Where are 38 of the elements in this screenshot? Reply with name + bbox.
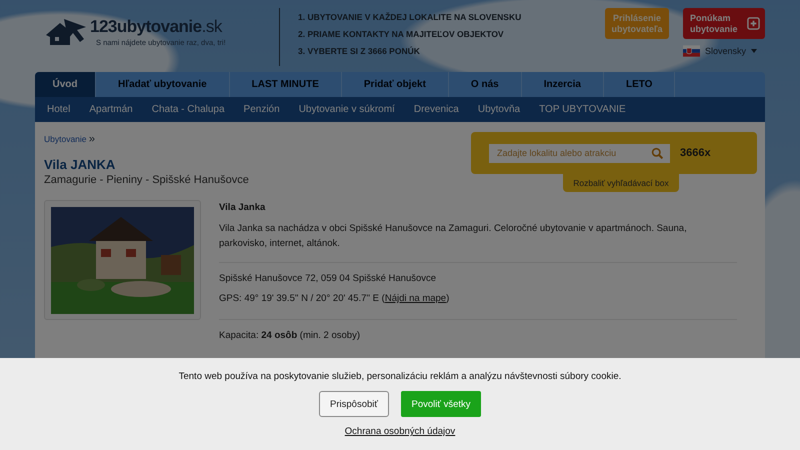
- offer-count: 3666x: [680, 147, 711, 159]
- flag-icon: [682, 45, 700, 57]
- category-link[interactable]: Hotel: [47, 104, 70, 115]
- caret-icon: [751, 49, 757, 53]
- customize-button[interactable]: Prispôsobiť: [319, 391, 389, 417]
- listing-region: Zamagurie - Pieniny - Spišské Hanušovce: [44, 174, 249, 186]
- expand-search-button[interactable]: Rozbaliť vyhľadávací box: [563, 174, 679, 192]
- category-link[interactable]: Drevenica: [414, 104, 459, 115]
- allow-all-button[interactable]: Povoliť všetky: [401, 391, 481, 417]
- category-link[interactable]: Apartmán: [89, 104, 133, 115]
- highlight-text: 1. UBYTOVANIE V KAŽDEJ LOKALITE NA SLOVENSKU: [298, 12, 522, 22]
- site-logo-text[interactable]: 123ubytovanie.sk: [90, 16, 226, 38]
- language-selector[interactable]: Slovensky: [682, 45, 757, 57]
- category-link[interactable]: TOP UBYTOVANIE: [539, 104, 626, 115]
- privacy-link[interactable]: Ochrana osobných údajov: [344, 426, 456, 437]
- address-text: Spišské Hanušovce 72, 059 04 Spišské Hanušovce: [219, 273, 438, 286]
- property-name: Vila Janka: [219, 202, 266, 213]
- highlight-text: 3. VYBERTE SI Z 3666 PONÚK: [298, 46, 421, 56]
- search-icon[interactable]: [651, 146, 664, 160]
- nav-tab[interactable]: Úvod: [35, 72, 96, 97]
- house-cursor-icon: [44, 17, 88, 47]
- category-link[interactable]: Chata - Chalupa: [152, 104, 225, 115]
- breadcrumb-separator: »: [88, 133, 96, 145]
- category-link[interactable]: Ubytovanie v súkromí: [298, 104, 395, 115]
- cookie-text: Tento web používa na poskytovanie služieb, personalizáciu reklám a analýzu návštevnosti súbory cookie.: [178, 371, 622, 382]
- capacity-text: Kapacita: 24 osôb (min. 2 osoby): [219, 330, 361, 343]
- plus-icon: [747, 17, 760, 30]
- gps-text: GPS: 49° 19' 39.5'' N / 20° 20' 45.7'' E (: [219, 293, 385, 304]
- offer-button[interactable]: Ponúkam ubytovanie: [683, 8, 765, 39]
- gps-text-end: ): [446, 293, 450, 304]
- breadcrumb-link[interactable]: Ubytovanie: [44, 134, 87, 144]
- highlight-text: 2. PRIAME KONTAKTY NA MAJITEĽOV OBJEKTOV: [298, 29, 505, 39]
- category-link[interactable]: Penzión: [244, 104, 280, 115]
- category-link[interactable]: Ubytovňa: [478, 104, 520, 115]
- listing-title: Vila JANKA: [44, 157, 116, 172]
- search-field[interactable]: Zadajte lokalitu alebo atrakciu: [489, 144, 670, 162]
- property-description: Vila Janka sa nachádza v obci Spišské Hanušovce na Zamaguri. Celoročné ubytovanie v apartmánoch. Sauna, parkovisko, internet, altánok.: [219, 222, 688, 251]
- map-link[interactable]: Nájdi na mape: [384, 293, 446, 304]
